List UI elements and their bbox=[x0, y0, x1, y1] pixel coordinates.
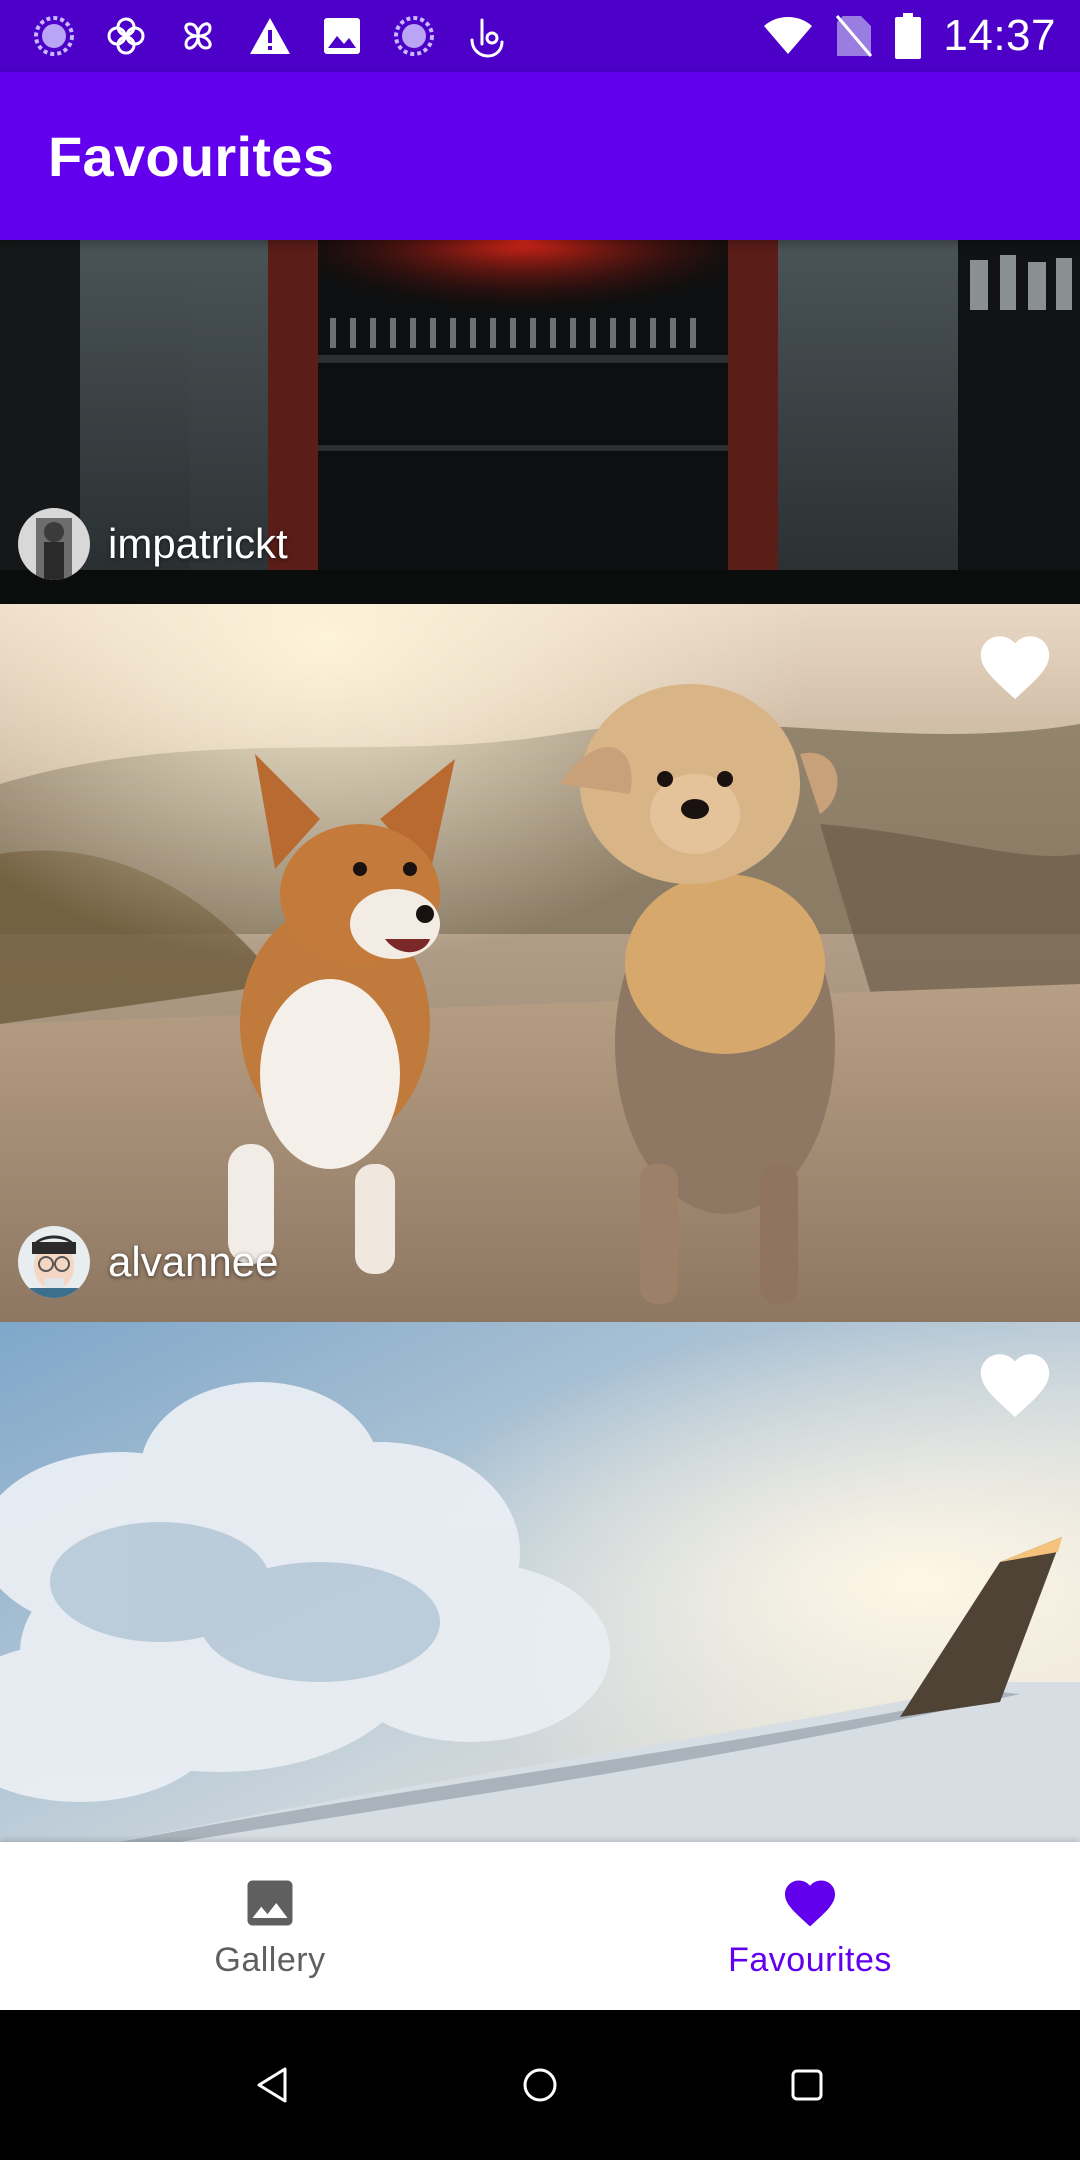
back-icon[interactable] bbox=[251, 2063, 295, 2107]
warning-icon bbox=[250, 18, 290, 54]
avatar bbox=[18, 508, 90, 580]
recents-icon[interactable] bbox=[785, 2063, 829, 2107]
app-bar: Favourites bbox=[0, 72, 1080, 240]
heart-icon bbox=[980, 1354, 1050, 1417]
photo-card[interactable] bbox=[0, 1322, 1080, 1842]
notification-icons bbox=[32, 14, 508, 58]
photo-card[interactable]: impatrickt bbox=[0, 240, 1080, 604]
author-name: impatrickt bbox=[108, 520, 288, 567]
pinwheel-icon bbox=[184, 22, 212, 50]
nav-label: Favourites bbox=[728, 1940, 892, 1979]
photo-dogs-running bbox=[0, 604, 1080, 1322]
screen: 14:37 Favourites impatrickt alvannee Gal… bbox=[0, 0, 1080, 2160]
page-title: Favourites bbox=[48, 124, 335, 188]
image-icon bbox=[247, 1880, 293, 1925]
loading-circle-icon bbox=[34, 16, 74, 56]
author-name: alvannee bbox=[108, 1238, 279, 1285]
favourite-button[interactable] bbox=[972, 1342, 1058, 1428]
nav-label: Gallery bbox=[214, 1940, 326, 1979]
no-sim-icon bbox=[836, 15, 873, 57]
author-chip[interactable]: alvannee bbox=[18, 1226, 278, 1298]
battery-icon bbox=[895, 13, 922, 59]
photo-airplane-wing-clouds bbox=[0, 1322, 1080, 1842]
nav-item-favourites[interactable]: Favourites bbox=[540, 1842, 1080, 2010]
home-icon[interactable] bbox=[518, 2063, 562, 2107]
avatar bbox=[18, 1226, 90, 1298]
favourites-feed[interactable]: impatrickt alvannee bbox=[0, 240, 1080, 1842]
status-bar: 14:37 bbox=[0, 0, 1080, 72]
image-icon bbox=[324, 18, 360, 54]
flower-icon bbox=[107, 17, 145, 55]
bottom-navigation: Gallery Favourites bbox=[0, 1842, 1080, 2010]
wifi-icon bbox=[764, 17, 813, 54]
system-status-icons: 14:37 bbox=[763, 11, 1056, 61]
system-navigation-bar bbox=[0, 2010, 1080, 2160]
touch-icon bbox=[470, 18, 504, 58]
loading-circle-icon bbox=[394, 16, 434, 56]
heart-icon bbox=[785, 1880, 835, 1926]
nav-item-gallery[interactable]: Gallery bbox=[0, 1842, 540, 2010]
favourite-button[interactable] bbox=[972, 624, 1058, 710]
heart-icon bbox=[980, 636, 1050, 699]
author-chip[interactable]: impatrickt bbox=[18, 508, 288, 580]
clock: 14:37 bbox=[943, 11, 1056, 60]
photo-card[interactable]: alvannee bbox=[0, 604, 1080, 1322]
